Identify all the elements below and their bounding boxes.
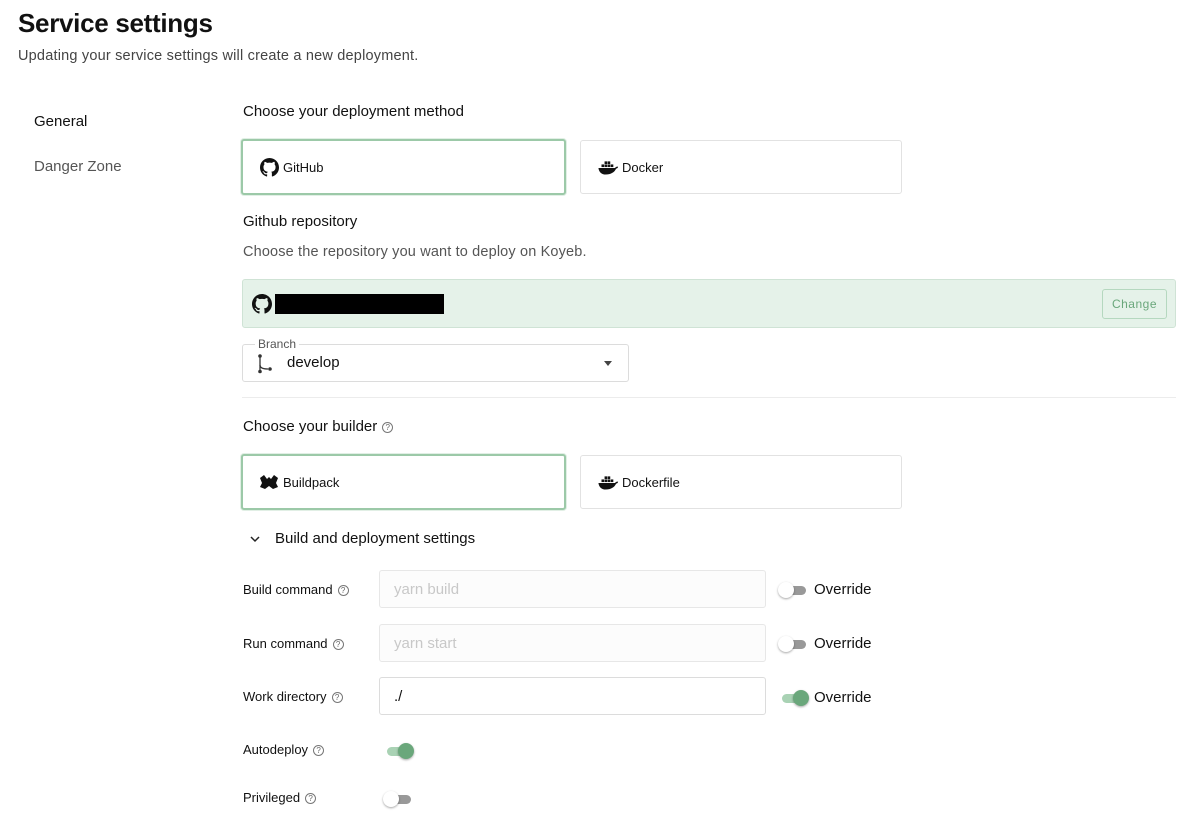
run-command-label: Run command? <box>243 636 344 651</box>
sidebar-item-general[interactable]: General <box>34 112 122 157</box>
privileged-label: Privileged? <box>243 790 317 805</box>
build-command-label: Build command? <box>243 582 349 597</box>
deploy-method-docker-label: Docker <box>622 159 664 175</box>
git-branch-icon <box>257 354 273 374</box>
privileged-label-text: Privileged <box>243 790 301 805</box>
builder-dockerfile-label: Dockerfile <box>622 474 680 490</box>
privileged-toggle[interactable] <box>383 789 415 809</box>
help-icon[interactable]: ? <box>337 585 349 597</box>
run-command-override-toggle[interactable] <box>778 634 810 654</box>
build-command-input[interactable] <box>379 570 766 608</box>
autodeploy-toggle[interactable] <box>383 741 415 761</box>
work-directory-override-label: Override <box>814 689 872 706</box>
help-icon[interactable]: ? <box>331 692 343 704</box>
help-icon[interactable]: ? <box>382 421 394 433</box>
deploy-method-docker-card[interactable]: Docker <box>580 140 902 194</box>
builder-buildpack-label: Buildpack <box>283 474 340 490</box>
branch-label: Branch <box>255 337 300 351</box>
github-repository-heading: Github repository <box>243 213 358 230</box>
section-divider <box>242 397 1176 398</box>
help-icon[interactable]: ? <box>313 745 325 757</box>
deployment-method-heading: Choose your deployment method <box>243 103 464 120</box>
branch-value: develop <box>287 354 340 371</box>
work-directory-label-text: Work directory <box>243 689 327 704</box>
buildpack-icon <box>258 472 280 492</box>
autodeploy-label: Autodeploy? <box>243 742 325 757</box>
deploy-method-github-card[interactable]: GitHub <box>241 139 566 195</box>
github-icon <box>258 157 280 177</box>
build-command-override-toggle[interactable] <box>778 580 810 600</box>
build-settings-toggle[interactable]: Build and deployment settings <box>250 530 475 547</box>
help-icon[interactable]: ? <box>332 639 344 651</box>
page-title: Service settings <box>18 8 213 38</box>
builder-heading-text: Choose your builder <box>243 418 378 435</box>
docker-icon <box>597 157 619 177</box>
docker-icon <box>597 472 619 492</box>
github-icon <box>252 294 272 314</box>
chevron-down-icon <box>250 535 260 542</box>
builder-buildpack-card[interactable]: Buildpack <box>241 454 566 510</box>
work-directory-label: Work directory? <box>243 689 343 704</box>
github-repository-description: Choose the repository you want to deploy… <box>243 244 587 260</box>
run-command-label-text: Run command <box>243 636 328 651</box>
change-repository-button[interactable]: Change <box>1102 289 1167 319</box>
run-command-override-label: Override <box>814 635 872 652</box>
builder-heading: Choose your builder? <box>243 418 394 435</box>
sidebar-item-danger-zone[interactable]: Danger Zone <box>34 157 122 202</box>
repository-name-redacted: [redacted] <box>275 294 444 314</box>
builder-dockerfile-card[interactable]: Dockerfile <box>580 455 902 509</box>
work-directory-override-toggle[interactable] <box>778 688 810 708</box>
deploy-method-github-label: GitHub <box>283 159 324 175</box>
run-command-input[interactable] <box>379 624 766 662</box>
build-command-override-label: Override <box>814 581 872 598</box>
branch-select[interactable]: Branch develop <box>242 337 629 382</box>
help-icon[interactable]: ? <box>305 793 317 805</box>
settings-sidebar: General Danger Zone <box>34 112 122 202</box>
autodeploy-label-text: Autodeploy <box>243 742 309 757</box>
page-subtitle: Updating your service settings will crea… <box>18 48 419 64</box>
work-directory-input[interactable] <box>379 677 766 715</box>
build-settings-title: Build and deployment settings <box>275 530 476 547</box>
selected-repository-bar: [redacted] Change <box>242 279 1176 328</box>
build-command-label-text: Build command <box>243 582 333 597</box>
chevron-down-icon <box>604 361 612 366</box>
